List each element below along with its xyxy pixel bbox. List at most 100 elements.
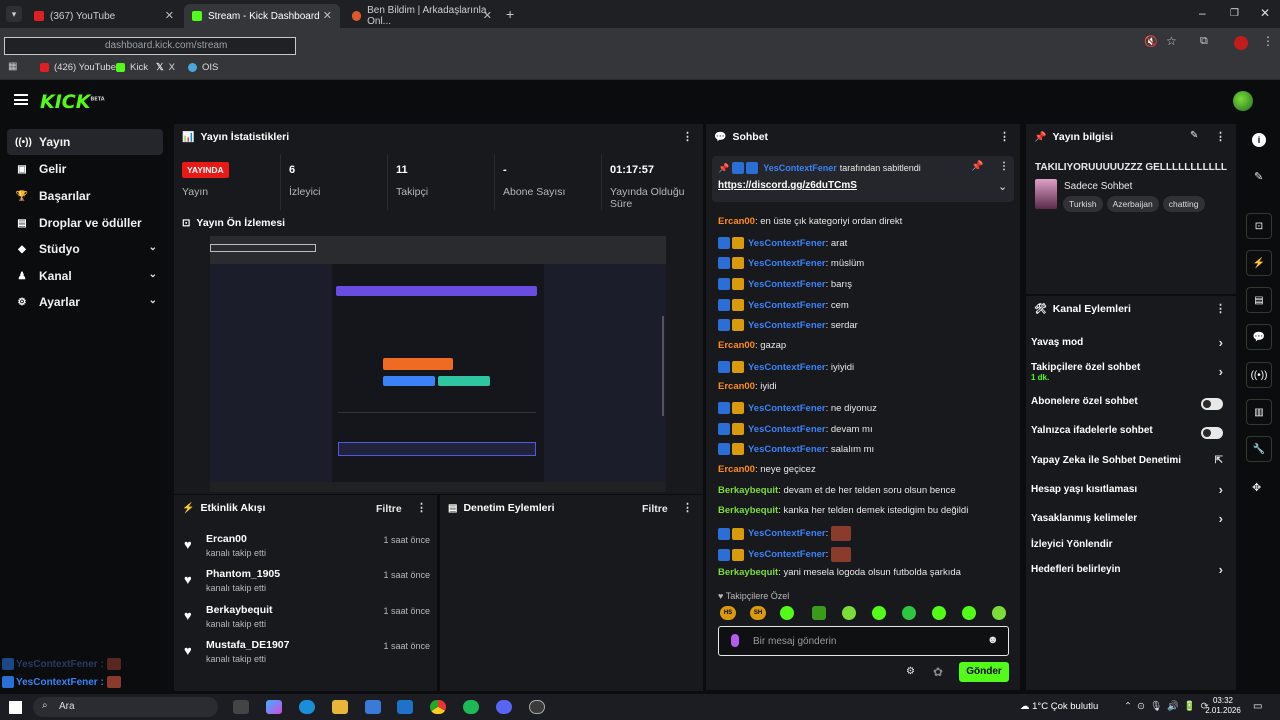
activity-user[interactable]: Ercan00 bbox=[206, 533, 247, 545]
chat-username[interactable]: Ercan00 bbox=[718, 381, 755, 392]
activity-user[interactable]: Phantom_1905 bbox=[206, 568, 280, 580]
action-banned-words[interactable]: Yasaklanmış kelimeler › bbox=[1031, 511, 1227, 533]
sidebar-item-droplar[interactable]: ▤ Droplar ve ödüller bbox=[7, 210, 163, 236]
emoji-icon[interactable]: ☻ bbox=[987, 634, 999, 646]
emote-sh[interactable]: SH bbox=[750, 606, 766, 620]
pinned-user[interactable]: YesContextFener bbox=[763, 163, 837, 173]
tab-list-button[interactable]: ▾ bbox=[6, 6, 22, 22]
chat-username[interactable]: Berkaybequit bbox=[718, 485, 778, 496]
emote-hs[interactable]: HS bbox=[720, 606, 736, 620]
chat-username[interactable]: Ercan00 bbox=[718, 340, 755, 351]
chat-username[interactable]: YesContextFener bbox=[748, 238, 826, 249]
sidebar-item-studyo[interactable]: ◆ Stüdyo ⌄ bbox=[7, 236, 163, 262]
rail-tool-icon[interactable]: 🔧 bbox=[1246, 436, 1272, 462]
more-options-icon[interactable]: ⋮ bbox=[999, 130, 1010, 143]
activity-user[interactable]: Mustafa_DE1907 bbox=[206, 639, 289, 651]
url-input[interactable]: dashboard.kick.com/stream bbox=[4, 37, 296, 55]
sidebar-item-basarilar[interactable]: 🏆 Başarılar bbox=[7, 183, 163, 209]
rail-chat-icon[interactable]: 💬 bbox=[1246, 324, 1272, 350]
bookmark-x[interactable]: 𝕏X bbox=[156, 62, 175, 73]
emote-kick[interactable] bbox=[872, 606, 886, 620]
expand-pinned-icon[interactable]: ⌄ bbox=[998, 180, 1007, 193]
chat-username[interactable]: YesContextFener bbox=[748, 528, 826, 539]
browser-tab-youtube[interactable]: (367) YouTube ✕ bbox=[26, 4, 182, 28]
chat-username[interactable]: YesContextFener bbox=[748, 403, 826, 414]
bookmark-kick[interactable]: Kick bbox=[116, 62, 148, 73]
system-tray[interactable]: ⌃⊙🎙🔊🔋⟳ bbox=[1124, 701, 1214, 712]
emote-kick[interactable] bbox=[902, 606, 916, 620]
edge-icon[interactable] bbox=[299, 700, 315, 714]
emotes-only-toggle[interactable] bbox=[1201, 427, 1223, 439]
chat-username[interactable]: Ercan00 bbox=[718, 464, 755, 475]
sidebar-item-gelir[interactable]: ▣ Gelir bbox=[7, 156, 163, 182]
new-tab-button[interactable]: + bbox=[506, 6, 514, 22]
more-options-icon[interactable]: ⋮ bbox=[1215, 130, 1226, 143]
pinned-more-icon[interactable]: ⋮ bbox=[999, 161, 1009, 172]
action-account-age[interactable]: Hesap yaşı kısıtlaması › bbox=[1031, 482, 1227, 504]
rail-layers-icon[interactable]: ▥ bbox=[1246, 399, 1272, 425]
tag[interactable]: Azerbaijan bbox=[1106, 196, 1159, 212]
sidebar-item-kanal[interactable]: ♟ Kanal ⌄ bbox=[7, 263, 163, 289]
subscribers-only-toggle[interactable] bbox=[1201, 398, 1223, 410]
rail-document-icon[interactable]: ▤ bbox=[1246, 287, 1272, 313]
tag[interactable]: Turkish bbox=[1063, 196, 1103, 212]
browser-tab-kick[interactable]: Stream - Kick Dashboard ✕ bbox=[184, 4, 340, 28]
rail-bolt-icon[interactable]: ⚡ bbox=[1246, 250, 1272, 276]
close-icon[interactable]: ✕ bbox=[483, 9, 492, 22]
close-icon[interactable]: ✕ bbox=[165, 9, 174, 22]
minimize-button[interactable]: – bbox=[1199, 6, 1206, 20]
extensions-icon[interactable]: ⧉ bbox=[1200, 35, 1208, 48]
windows-start-icon[interactable] bbox=[9, 701, 22, 714]
browser-menu-icon[interactable]: ⋮ bbox=[1262, 34, 1274, 48]
action-goals[interactable]: Hedefleri belirleyin › bbox=[1031, 562, 1227, 584]
profile-avatar[interactable] bbox=[1234, 36, 1248, 50]
kick-logo[interactable]: KICKBETA bbox=[40, 91, 105, 113]
rail-preview-icon[interactable]: ⊡ bbox=[1246, 213, 1272, 239]
info-icon[interactable]: i bbox=[1252, 133, 1266, 147]
chat-settings-icon[interactable]: ⚙ bbox=[906, 666, 915, 677]
more-options-icon[interactable]: ⋮ bbox=[682, 130, 693, 143]
emote-kick[interactable] bbox=[812, 606, 826, 620]
chat-username[interactable]: YesContextFener bbox=[748, 444, 826, 455]
mute-tab-icon[interactable]: 🔇 bbox=[1144, 35, 1158, 48]
emote-kick[interactable] bbox=[842, 606, 856, 620]
more-options-icon[interactable]: ⋮ bbox=[416, 501, 427, 514]
spotify-icon[interactable] bbox=[463, 700, 479, 714]
discord-icon[interactable] bbox=[496, 700, 512, 714]
chat-username[interactable]: YesContextFener bbox=[748, 279, 826, 290]
store-icon[interactable] bbox=[365, 700, 381, 714]
mail-icon[interactable] bbox=[397, 700, 413, 714]
edit-layout-icon[interactable]: ✎ bbox=[1254, 170, 1263, 183]
sidebar-item-ayarlar[interactable]: ⚙ Ayarlar ⌄ bbox=[7, 289, 163, 315]
close-icon[interactable]: ✕ bbox=[323, 9, 332, 22]
notification-icon[interactable]: ▭ bbox=[1253, 701, 1262, 712]
emote-kick[interactable] bbox=[992, 606, 1006, 620]
chat-username[interactable]: Berkaybequit bbox=[718, 505, 778, 516]
emote-kick[interactable] bbox=[932, 606, 946, 620]
stream-preview-video[interactable] bbox=[210, 236, 666, 492]
category-name[interactable]: Sadece Sohbet bbox=[1064, 181, 1132, 192]
edit-icon[interactable]: ✎ bbox=[1190, 130, 1198, 141]
bookmark-star-icon[interactable]: ☆ bbox=[1166, 34, 1177, 48]
moderation-filter-button[interactable]: Filtre bbox=[642, 503, 668, 515]
emote-kick[interactable] bbox=[962, 606, 976, 620]
more-options-icon[interactable]: ⋮ bbox=[682, 501, 693, 514]
chat-username[interactable]: Ercan00 bbox=[718, 216, 755, 227]
pinned-link[interactable]: https://discord.gg/z6duTCmS bbox=[718, 180, 857, 191]
copilot-icon[interactable] bbox=[266, 700, 282, 714]
close-window-button[interactable]: ✕ bbox=[1260, 6, 1270, 20]
chat-users-icon[interactable]: ✿ bbox=[933, 665, 943, 679]
chrome-icon[interactable] bbox=[430, 700, 446, 714]
action-followers-only[interactable]: Takipçilere özel sohbet 1 dk. › bbox=[1031, 362, 1227, 382]
file-explorer-icon[interactable] bbox=[332, 700, 348, 714]
rail-broadcast-icon[interactable]: ((•)) bbox=[1246, 362, 1272, 388]
layout-icon[interactable]: ✥ bbox=[1252, 481, 1261, 494]
chat-username[interactable]: YesContextFener bbox=[748, 258, 826, 269]
action-ai-moderation[interactable]: Yapay Zeka ile Sohbet Denetimi ⇱ bbox=[1031, 455, 1227, 475]
bookmark-youtube[interactable]: (426) YouTube bbox=[40, 62, 116, 73]
action-slow-mode[interactable]: Yavaş mod › bbox=[1031, 335, 1227, 357]
hamburger-menu-icon[interactable] bbox=[14, 94, 28, 105]
more-options-icon[interactable]: ⋮ bbox=[1215, 302, 1226, 315]
maximize-button[interactable]: ❐ bbox=[1230, 8, 1239, 19]
activity-filter-button[interactable]: Filtre bbox=[376, 503, 402, 515]
